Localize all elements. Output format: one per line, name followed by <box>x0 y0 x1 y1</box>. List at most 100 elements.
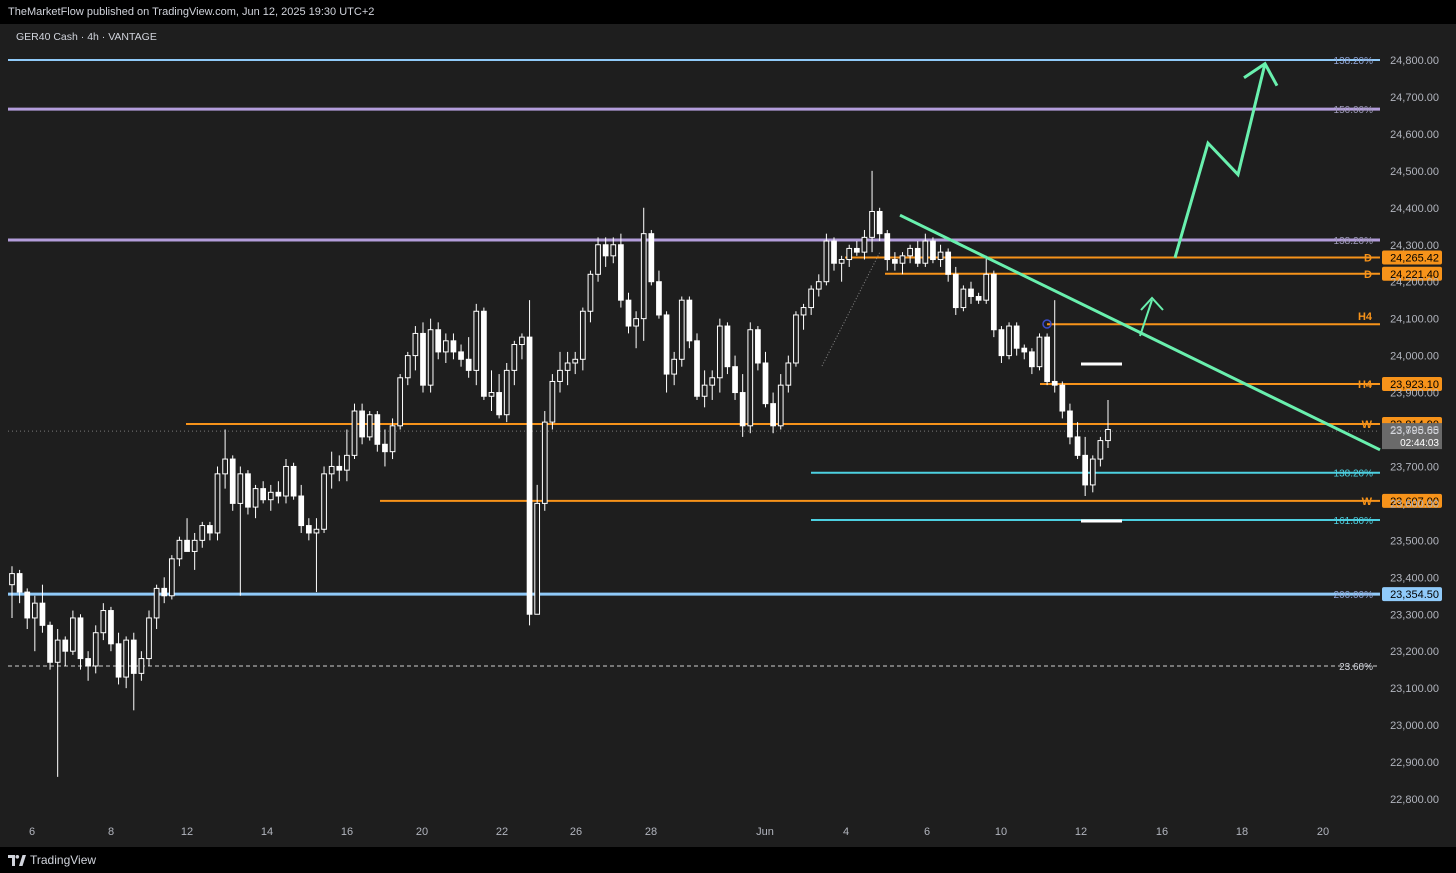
level-label: 150.00% <box>1334 105 1374 116</box>
price-tick-label: 23,300.00 <box>1390 609 1439 621</box>
price-tick-label: 22,800.00 <box>1390 794 1439 806</box>
candle-body <box>1013 325 1020 349</box>
candle-body <box>564 362 571 371</box>
candle-body <box>77 617 84 660</box>
candle-body <box>473 310 480 371</box>
candle-body <box>1082 454 1089 486</box>
candle-body <box>671 358 678 375</box>
candle-body <box>739 392 746 427</box>
candle-body <box>648 233 655 283</box>
candle-body <box>214 473 221 534</box>
chart-frame[interactable]: 138.20% 150.00% 138.20% D 24,265.42 D 24,22… <box>0 24 1456 847</box>
candle-body <box>427 329 434 386</box>
candle-body <box>62 639 69 652</box>
candle-body <box>222 458 228 475</box>
candle-body <box>382 443 388 453</box>
candle-body <box>1059 384 1066 412</box>
level-label: 161.80% <box>1334 516 1374 527</box>
candle-body <box>800 307 807 316</box>
price-tick-label: 24,800.00 <box>1390 55 1439 67</box>
candle-body <box>191 539 198 552</box>
candle-body <box>229 458 236 504</box>
candle-body <box>313 528 320 534</box>
candle-body <box>397 377 404 427</box>
candle-body <box>389 425 396 453</box>
price-tick-label: 22,900.00 <box>1390 757 1439 769</box>
candle-body <box>275 491 282 497</box>
price-tick-label: 23,100.00 <box>1390 683 1439 695</box>
level-label: D <box>1364 253 1372 265</box>
candle-body <box>450 340 457 353</box>
candle-body <box>519 336 525 346</box>
candle-body <box>930 240 936 261</box>
candle-body <box>85 658 91 667</box>
candle-body <box>184 539 190 552</box>
candle-body <box>168 558 175 597</box>
time-tick-label: Jun <box>756 826 774 838</box>
candle-body <box>481 310 487 397</box>
candle-body <box>70 617 76 652</box>
price-tick-label: 23,600.00 <box>1390 498 1439 510</box>
candle-body <box>808 288 815 309</box>
candle-body <box>305 525 312 534</box>
candle-body <box>907 247 913 257</box>
time-tick-label: 6 <box>29 826 35 838</box>
level-label: W <box>1362 419 1373 431</box>
candle-body <box>1051 380 1058 386</box>
candle-body <box>199 525 206 541</box>
time-tick-label: 20 <box>1317 826 1329 838</box>
candle-body <box>618 244 624 301</box>
candle-body <box>694 340 700 397</box>
candle-body <box>633 318 639 327</box>
candle-body <box>260 488 267 501</box>
candle-body <box>937 251 944 261</box>
candle-body <box>762 362 769 405</box>
candle-body <box>207 525 213 534</box>
level-label: 23.60% <box>1339 662 1373 673</box>
candle-body <box>610 244 617 257</box>
candle-body <box>572 358 579 364</box>
price-tick-label: 24,400.00 <box>1390 203 1439 215</box>
time-tick-label: 8 <box>108 826 114 838</box>
level-label: H4 <box>1358 379 1373 391</box>
tradingview-logo[interactable]: TradingView <box>8 853 96 867</box>
candle-body <box>952 273 959 309</box>
time-tick-label: 4 <box>843 826 849 838</box>
brand-footer: TradingView <box>0 847 1456 873</box>
price-tick-label: 24,500.00 <box>1390 166 1439 178</box>
candle-body <box>161 587 168 597</box>
candle-body <box>549 380 556 423</box>
tradingview-icon <box>8 854 26 866</box>
candle-body <box>465 358 472 371</box>
candle-body <box>458 351 464 360</box>
candle-body <box>138 658 145 674</box>
level-label: H4 <box>1358 311 1373 323</box>
candle-body <box>1105 429 1111 442</box>
candle-body <box>100 610 107 634</box>
candle-body <box>945 251 952 275</box>
time-tick-label: 14 <box>261 826 273 838</box>
symbol-label: GER40 Cash · 4h · VANTAGE <box>16 31 157 43</box>
time-tick-label: 18 <box>1236 826 1248 838</box>
candle-body <box>914 247 921 264</box>
candle-body <box>146 617 152 660</box>
candle-body <box>686 299 693 342</box>
candle-body <box>732 366 738 394</box>
level-label: 138.20% <box>1334 56 1374 67</box>
candle-body <box>108 610 114 645</box>
candle-body <box>92 632 99 667</box>
time-tick-label: 20 <box>416 826 428 838</box>
price-chart[interactable]: 138.20% 150.00% 138.20% D 24,265.42D 24,22… <box>0 24 1456 847</box>
candle-body <box>359 410 365 438</box>
candle-body <box>290 465 297 497</box>
time-tick-label: 10 <box>995 826 1007 838</box>
candle-body <box>420 332 426 386</box>
candle-body <box>374 414 381 445</box>
candle-body <box>442 340 449 353</box>
candle-body <box>656 281 662 316</box>
candle-body <box>123 639 130 678</box>
candle-body <box>1036 336 1043 368</box>
candle-body <box>1021 347 1028 353</box>
candle-body <box>998 329 1005 357</box>
price-tick-label: 23,200.00 <box>1390 646 1439 658</box>
